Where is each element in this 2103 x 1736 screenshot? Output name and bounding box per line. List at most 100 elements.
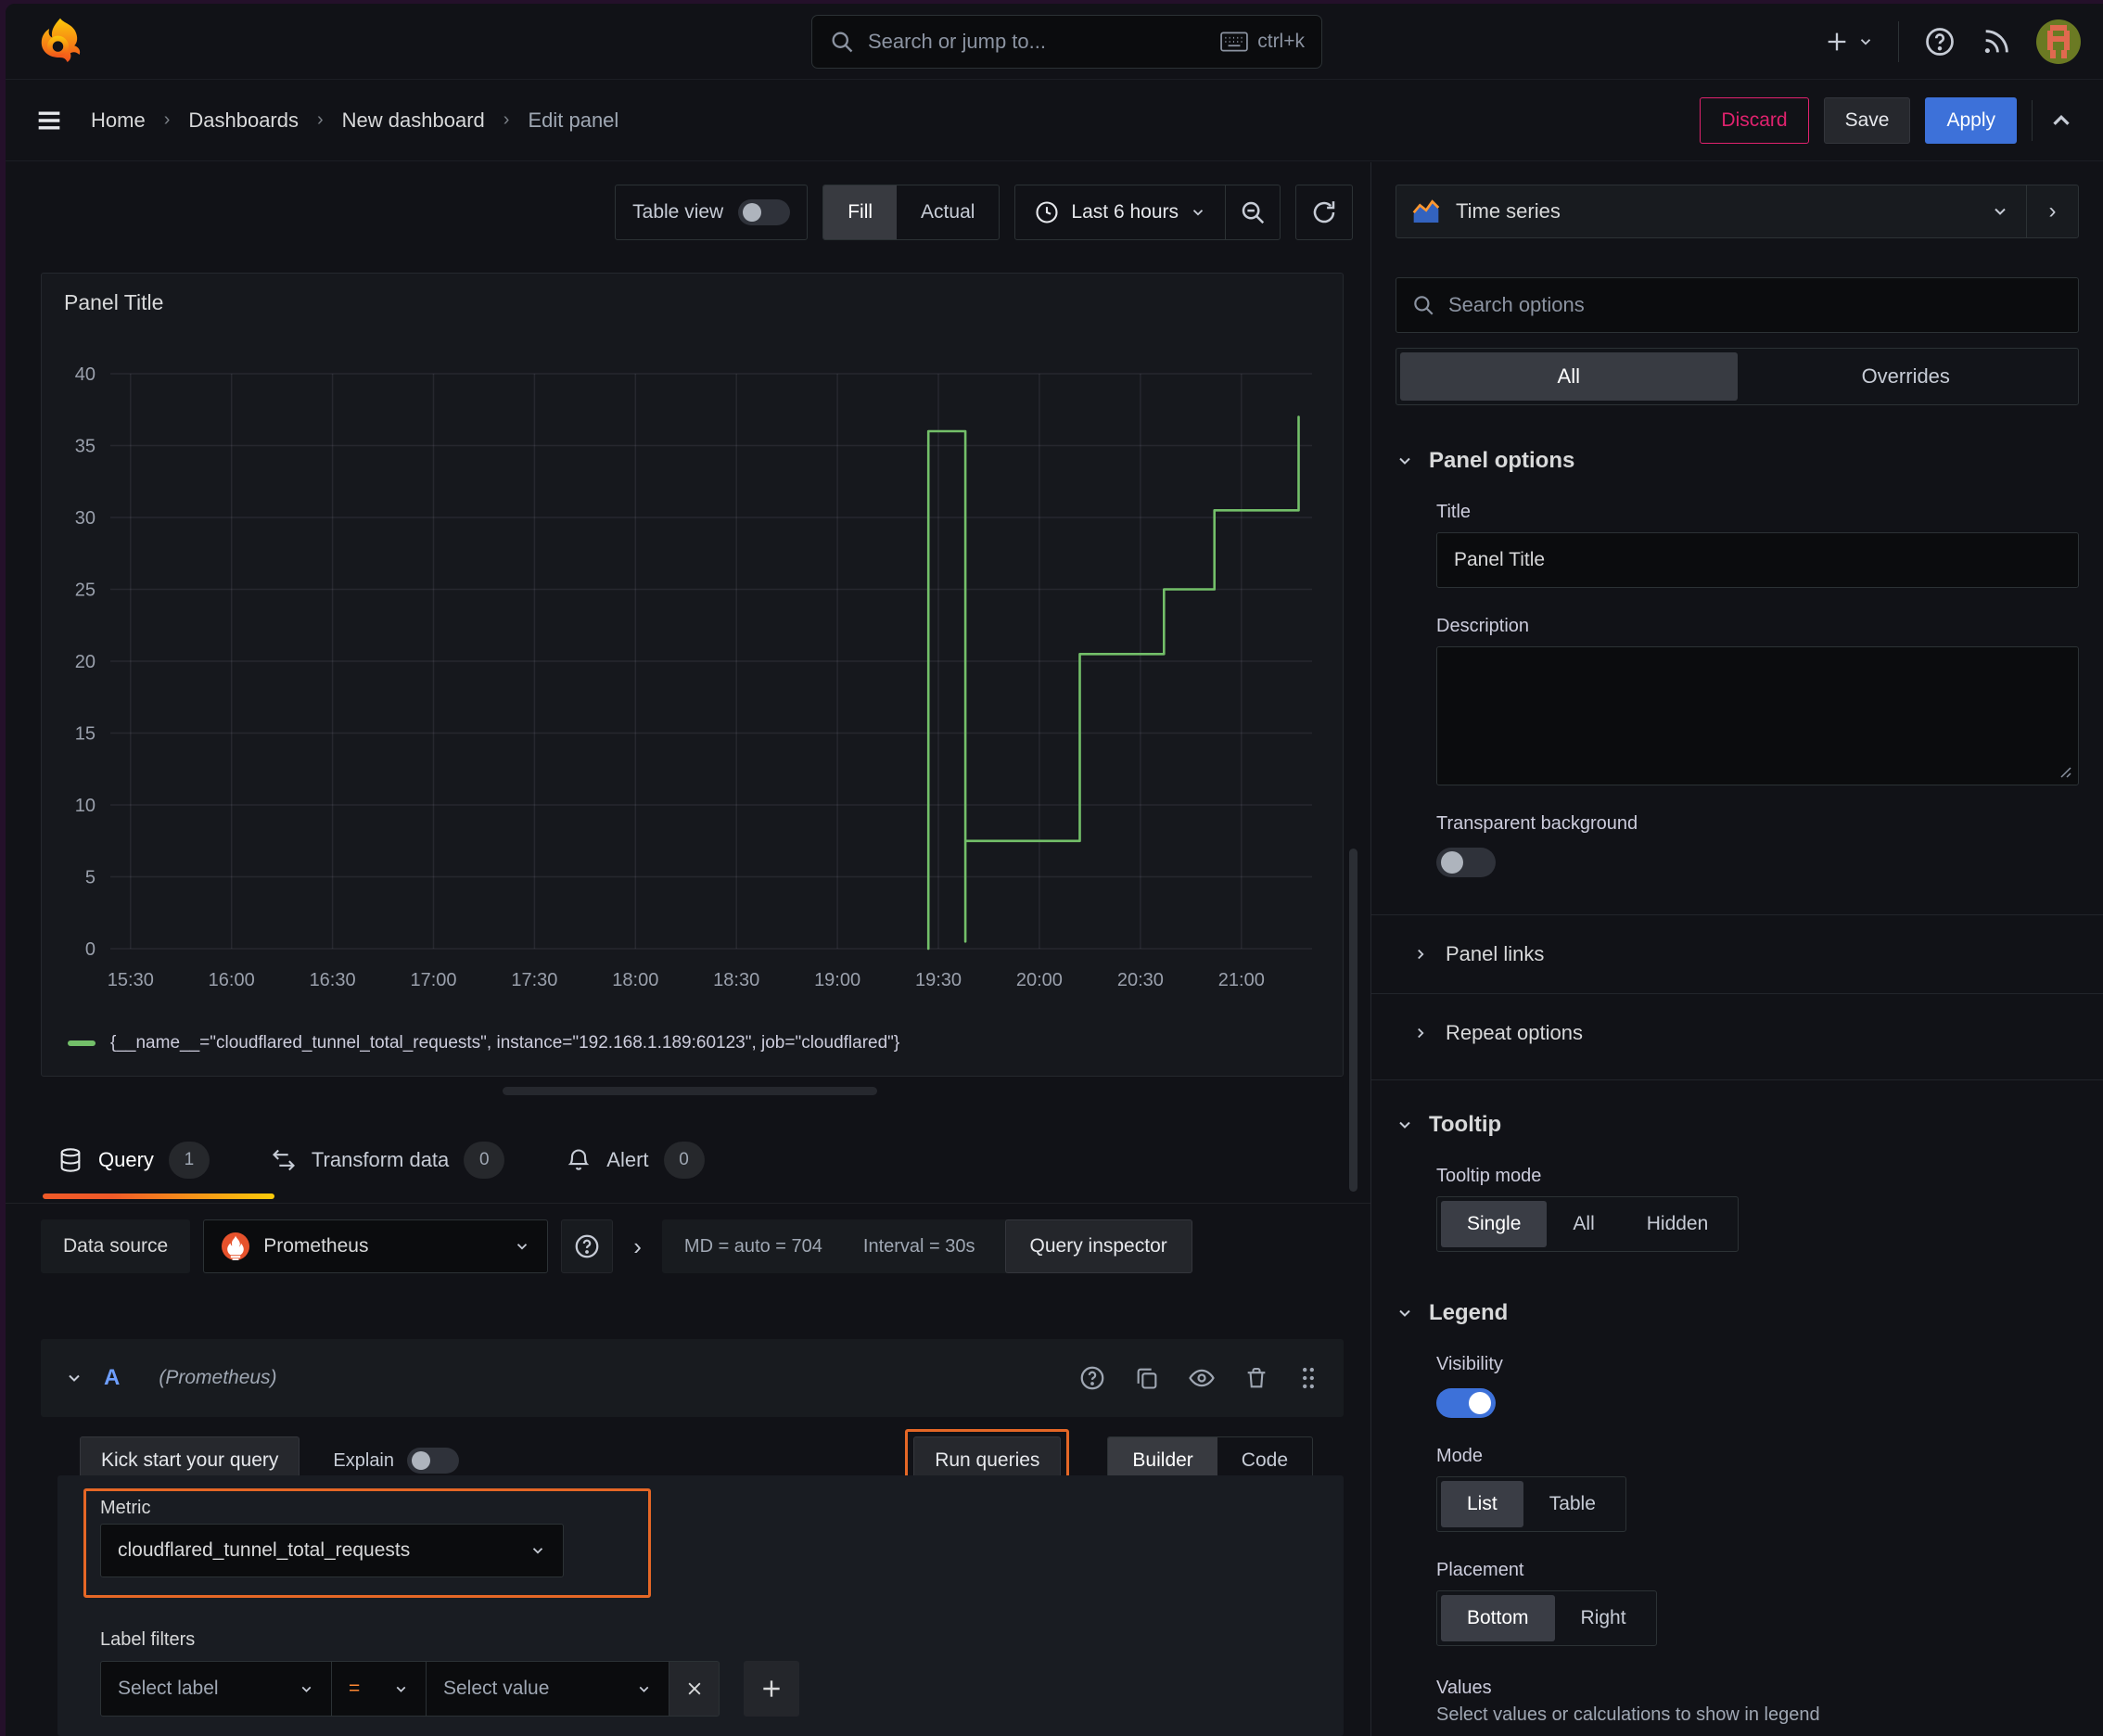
svg-text:30: 30: [75, 508, 96, 529]
table-view-toggle[interactable]: [738, 199, 791, 225]
options-search-input[interactable]: Search options: [1396, 277, 2079, 333]
transparent-background-label: Transparent background: [1436, 813, 1638, 834]
interval-summary: Interval = 30s: [862, 1235, 975, 1257]
remove-filter-button[interactable]: [669, 1661, 720, 1717]
panel-links-section-header[interactable]: Panel links: [1396, 915, 2079, 993]
breadcrumb-home[interactable]: Home: [91, 108, 146, 133]
discard-button[interactable]: Discard: [1700, 96, 1809, 144]
vertical-scrollbar[interactable]: [1349, 849, 1357, 1192]
query-help-icon[interactable]: [1078, 1364, 1106, 1392]
global-search-input[interactable]: Search or jump to... ctrl+k: [811, 15, 1322, 69]
save-button[interactable]: Save: [1823, 96, 1911, 144]
add-filter-button[interactable]: [744, 1661, 799, 1717]
repeat-options-section-header[interactable]: Repeat options: [1396, 994, 2079, 1072]
select-label-dropdown[interactable]: Select label: [100, 1661, 332, 1717]
series-label[interactable]: {__name__="cloudflared_tunnel_total_requ…: [110, 1033, 899, 1053]
operator-dropdown[interactable]: =: [332, 1661, 427, 1717]
clock-icon: [1036, 201, 1058, 223]
legend-right-option[interactable]: Right: [1555, 1595, 1652, 1641]
grafana-logo-icon[interactable]: [35, 17, 85, 67]
tab-query[interactable]: Query 1: [57, 1142, 210, 1179]
query-ref-id: A: [104, 1365, 121, 1390]
breadcrumb-dashboards[interactable]: Dashboards: [188, 108, 299, 133]
legend-mode-label: Mode: [1436, 1446, 1484, 1466]
svg-text:0: 0: [85, 939, 96, 960]
fill-option[interactable]: Fill: [823, 185, 898, 239]
menu-hamburger-icon[interactable]: [33, 105, 65, 136]
chevron-right-icon: [1418, 949, 1424, 960]
active-tab-indicator: [43, 1194, 274, 1199]
tooltip-section-header[interactable]: Tooltip: [1396, 1112, 2079, 1138]
svg-text:40: 40: [75, 364, 96, 385]
legend-section-header[interactable]: Legend: [1396, 1300, 2079, 1326]
toggle-viz-picker-button[interactable]: ›: [2026, 185, 2078, 237]
tab-all[interactable]: All: [1400, 352, 1738, 401]
tab-transform-data[interactable]: Transform data 0: [271, 1142, 505, 1179]
svg-text:18:30: 18:30: [713, 970, 759, 990]
panel-description-textarea[interactable]: [1436, 646, 2079, 785]
collapse-chevron-up-icon[interactable]: [2047, 107, 2075, 134]
tooltip-all-option[interactable]: All: [1547, 1201, 1620, 1247]
tooltip-mode-label: Tooltip mode: [1436, 1166, 1542, 1186]
query-datasource-hint: (Prometheus): [159, 1367, 277, 1388]
query-row-header[interactable]: A (Prometheus): [41, 1339, 1344, 1417]
svg-text:16:30: 16:30: [310, 970, 356, 990]
database-icon: [60, 1148, 81, 1172]
tooltip-hidden-option[interactable]: Hidden: [1621, 1201, 1735, 1247]
divider: [1371, 1079, 2103, 1080]
query-options-summary[interactable]: MD = auto = 704 Interval = 30s: [661, 1219, 1050, 1273]
duplicate-query-icon[interactable]: [1134, 1365, 1160, 1391]
chevron-down-icon: [517, 1244, 528, 1250]
visualization-picker[interactable]: Time series ›: [1396, 185, 2079, 238]
apply-button[interactable]: Apply: [1925, 96, 2017, 144]
query-inspector-button[interactable]: Query inspector: [1004, 1219, 1192, 1273]
select-value-dropdown[interactable]: Select value: [427, 1661, 669, 1717]
search-icon: [829, 29, 855, 55]
tooltip-single-option[interactable]: Single: [1441, 1201, 1548, 1247]
transparent-background-toggle[interactable]: [1436, 848, 1496, 877]
resize-handle-icon[interactable]: [2059, 766, 2072, 779]
legend-list-option[interactable]: List: [1441, 1481, 1523, 1527]
svg-text:17:00: 17:00: [410, 970, 456, 990]
explain-toggle[interactable]: [407, 1448, 460, 1474]
legend-table-option[interactable]: Table: [1523, 1481, 1622, 1527]
timeseries-chart[interactable]: 15:30 16:00 16:30 17:00 17:30 18:00 18:30 19:00…: [44, 301, 1343, 1025]
datasource-help-button[interactable]: [561, 1219, 614, 1273]
svg-text:10: 10: [75, 796, 96, 816]
hide-query-eye-icon[interactable]: [1188, 1364, 1216, 1392]
svg-text:16:00: 16:00: [209, 970, 255, 990]
horizontal-scrollbar[interactable]: [503, 1087, 877, 1095]
legend-values-label: Values: [1436, 1678, 1492, 1698]
metric-select[interactable]: cloudflared_tunnel_total_requests: [100, 1524, 564, 1577]
panel-title-input[interactable]: Panel Title: [1436, 532, 2079, 588]
prometheus-icon: [222, 1232, 250, 1260]
panel-options-section-header[interactable]: Panel options: [1396, 448, 2079, 474]
add-new-button[interactable]: [1824, 29, 1874, 55]
help-button[interactable]: [1923, 25, 1956, 58]
datasource-picker[interactable]: Prometheus: [203, 1219, 549, 1273]
time-range-button[interactable]: Last 6 hours: [1015, 199, 1225, 225]
user-avatar[interactable]: [2036, 19, 2081, 64]
legend-item[interactable]: {__name__="cloudflared_tunnel_total_requ…: [68, 1033, 899, 1053]
chevron-down-icon: [69, 1374, 80, 1382]
plus-icon: [763, 1680, 780, 1697]
drag-handle-icon[interactable]: [1297, 1365, 1319, 1391]
news-rss-button[interactable]: [1981, 26, 2012, 57]
actual-option[interactable]: Actual: [897, 185, 999, 239]
label-filters-row: Select label = Select value: [100, 1661, 799, 1717]
legend-visibility-toggle[interactable]: [1436, 1388, 1496, 1418]
expand-options-chevron[interactable]: ›: [633, 1232, 642, 1261]
metric-label: Metric: [100, 1498, 151, 1518]
refresh-button[interactable]: [1295, 185, 1353, 240]
datasource-label: Data source: [41, 1219, 191, 1273]
tab-alert[interactable]: Alert 0: [566, 1142, 705, 1179]
options-filter-tabs: All Overrides: [1396, 348, 2079, 405]
timeseries-panel[interactable]: Panel Title 15:30 16:00 16:30 17:00 17:30 18:…: [41, 273, 1344, 1077]
tab-overrides[interactable]: Overrides: [1738, 352, 2075, 401]
zoom-out-button[interactable]: [1226, 185, 1280, 239]
legend-bottom-option[interactable]: Bottom: [1441, 1595, 1555, 1641]
breadcrumb-new-dashboard[interactable]: New dashboard: [342, 108, 485, 133]
svg-text:20: 20: [75, 652, 96, 672]
delete-query-trash-icon[interactable]: [1243, 1365, 1269, 1391]
datasource-name: Prometheus: [263, 1235, 369, 1257]
